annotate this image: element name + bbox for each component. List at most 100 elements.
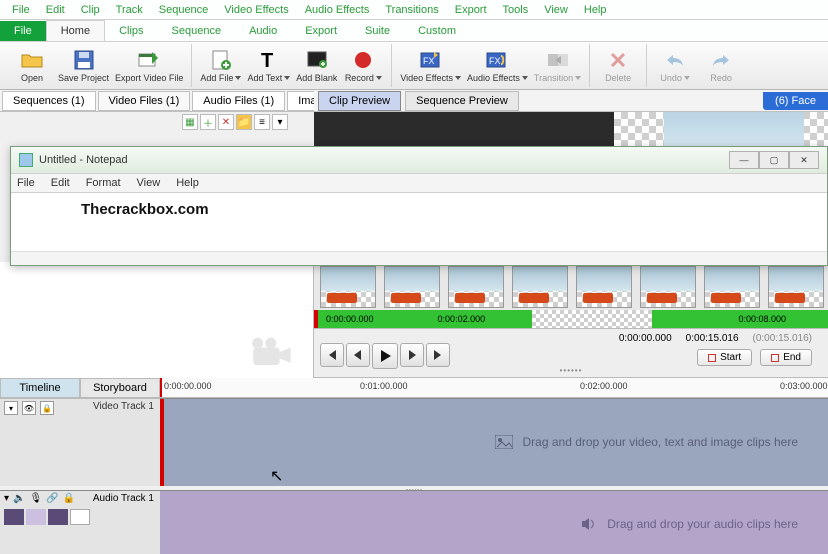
add-clip-icon[interactable]: ▦ <box>182 114 198 130</box>
timeline-ruler[interactable]: 0:00:00.000 0:01:00.000 0:02:00.000 0:03… <box>160 378 828 398</box>
add-blank-button[interactable]: Add Blank <box>296 49 337 83</box>
track-collapse-icon[interactable]: ▾ <box>4 401 18 415</box>
atrack-lock-icon[interactable]: 🔒 <box>63 493 75 504</box>
window-minimize-button[interactable]: — <box>729 151 759 169</box>
open-button[interactable]: Open <box>12 49 52 83</box>
np-menu-format[interactable]: Format <box>86 177 121 189</box>
menu-help[interactable]: Help <box>576 2 615 18</box>
video-effects-button[interactable]: FX Video Effects <box>400 49 461 83</box>
np-menu-help[interactable]: Help <box>176 177 199 189</box>
options-icon[interactable]: ▾ <box>272 114 288 130</box>
atrack-mute-icon[interactable]: 🔈 <box>13 493 25 504</box>
video-track-label: Video Track 1 <box>93 401 154 412</box>
list-view-icon[interactable]: ≡ <box>254 114 270 130</box>
thumb-3[interactable] <box>448 266 504 308</box>
ribbon-tab-sequence[interactable]: Sequence <box>158 21 236 41</box>
timecode-display: 0:00:00.000 0:00:15.016 (0:00:15.016) <box>619 333 812 344</box>
undo-button[interactable]: Undo <box>655 49 695 83</box>
menu-edit[interactable]: Edit <box>38 2 73 18</box>
audio-drop-hint: Drag and drop your audio clips here <box>581 517 798 531</box>
delete-button[interactable]: Delete <box>598 49 638 83</box>
ribbon-tab-home[interactable]: Home <box>46 20 105 41</box>
playhead-marker[interactable] <box>160 378 162 397</box>
ribbon-tab-custom[interactable]: Custom <box>404 21 470 41</box>
thumb-2[interactable] <box>384 266 440 308</box>
atrack-link-icon[interactable]: 🔗 <box>46 493 58 504</box>
tab-storyboard[interactable]: Storyboard <box>80 378 160 398</box>
menu-sequence[interactable]: Sequence <box>151 2 217 18</box>
ribbon-tab-audio[interactable]: Audio <box>235 21 291 41</box>
tab-audio-files[interactable]: Audio Files (1) <box>192 91 285 111</box>
menu-export[interactable]: Export <box>447 2 495 18</box>
new-folder-icon[interactable]: 📁 <box>236 114 252 130</box>
notepad-titlebar[interactable]: Untitled - Notepad — ▢ ✕ <box>11 147 827 173</box>
sequence-time-bar[interactable]: 0:00:00.000 0:00:02.000 0:00:08.000 <box>314 310 828 328</box>
add-item-icon[interactable]: ＋ <box>200 114 216 130</box>
video-track-header: ▾ 👁 🔒 Video Track 1 <box>0 398 160 486</box>
tab-clip-preview[interactable]: Clip Preview <box>318 91 401 111</box>
menu-view[interactable]: View <box>536 2 576 18</box>
ruler-t3: 0:03:00.000 <box>780 381 828 391</box>
thumb-7[interactable] <box>704 266 760 308</box>
menu-transitions[interactable]: Transitions <box>377 2 446 18</box>
transition-button[interactable]: Transition <box>534 49 581 83</box>
tab-video-files[interactable]: Video Files (1) <box>98 91 191 111</box>
add-text-button[interactable]: T Add Text <box>247 49 290 83</box>
thumb-4[interactable] <box>512 266 568 308</box>
record-button[interactable]: Record <box>343 49 383 83</box>
save-project-button[interactable]: Save Project <box>58 49 109 83</box>
ribbon-tab-export[interactable]: Export <box>291 21 351 41</box>
track-lock-icon[interactable]: 🔒 <box>40 401 54 415</box>
remove-icon[interactable]: ✕ <box>218 114 234 130</box>
ruler-t0: 0:00:00.000 <box>164 381 212 391</box>
step-forward-button[interactable] <box>400 343 424 367</box>
preview-frame-1 <box>664 112 804 150</box>
audio-effects-button[interactable]: FX Audio Effects <box>467 49 528 83</box>
skip-start-button[interactable] <box>320 343 344 367</box>
skip-end-button[interactable] <box>426 343 450 367</box>
menu-tools[interactable]: Tools <box>495 2 537 18</box>
menu-file[interactable]: File <box>4 2 38 18</box>
menu-video-effects[interactable]: Video Effects <box>216 2 296 18</box>
record-icon <box>352 49 374 71</box>
step-back-button[interactable] <box>346 343 370 367</box>
np-menu-edit[interactable]: Edit <box>51 177 70 189</box>
play-button[interactable] <box>372 343 398 369</box>
audio-track-lane[interactable]: Drag and drop your audio clips here <box>160 490 828 554</box>
seq-t2: 0:00:08.000 <box>736 314 788 324</box>
atrack-solo-icon[interactable]: 🎙 <box>29 493 42 504</box>
export-video-button[interactable]: Export Video File <box>115 49 183 83</box>
menu-clip[interactable]: Clip <box>73 2 108 18</box>
thumb-5[interactable] <box>576 266 632 308</box>
np-menu-file[interactable]: File <box>17 177 35 189</box>
track-visible-icon[interactable]: 👁 <box>22 401 36 415</box>
mark-end-button[interactable]: End <box>760 349 812 366</box>
window-maximize-button[interactable]: ▢ <box>759 151 789 169</box>
seq-t0: 0:00:00.000 <box>324 314 376 324</box>
ribbon-tab-clips[interactable]: Clips <box>105 21 157 41</box>
menu-audio-effects[interactable]: Audio Effects <box>297 2 378 18</box>
thumb-8[interactable] <box>768 266 824 308</box>
notepad-window[interactable]: Untitled - Notepad — ▢ ✕ File Edit Forma… <box>10 146 828 266</box>
video-playhead[interactable] <box>160 399 164 486</box>
video-track-lane[interactable]: Drag and drop your video, text and image… <box>160 398 828 486</box>
resize-grip-icon[interactable]: •••••• <box>560 366 583 375</box>
add-text-label: Add Text <box>247 73 290 83</box>
ribbon-tab-suite[interactable]: Suite <box>351 21 404 41</box>
atrack-collapse-icon[interactable]: ▾ <box>4 493 9 504</box>
thumb-1[interactable] <box>320 266 376 308</box>
add-file-button[interactable]: Add File <box>200 49 241 83</box>
redo-button[interactable]: Redo <box>701 49 741 83</box>
np-menu-view[interactable]: View <box>137 177 161 189</box>
tab-sequences[interactable]: Sequences (1) <box>2 91 96 111</box>
save-label: Save Project <box>58 73 109 83</box>
tab-sequence-preview[interactable]: Sequence Preview <box>405 91 519 111</box>
tab-timeline[interactable]: Timeline <box>0 378 80 398</box>
menu-track[interactable]: Track <box>108 2 151 18</box>
mark-start-button[interactable]: Start <box>697 349 752 366</box>
right-pill[interactable]: (6) Face <box>763 92 828 110</box>
window-close-button[interactable]: ✕ <box>789 151 819 169</box>
notepad-text-area[interactable]: Thecrackbox.com <box>11 193 827 251</box>
ribbon-tab-file[interactable]: File <box>0 21 46 41</box>
thumb-6[interactable] <box>640 266 696 308</box>
